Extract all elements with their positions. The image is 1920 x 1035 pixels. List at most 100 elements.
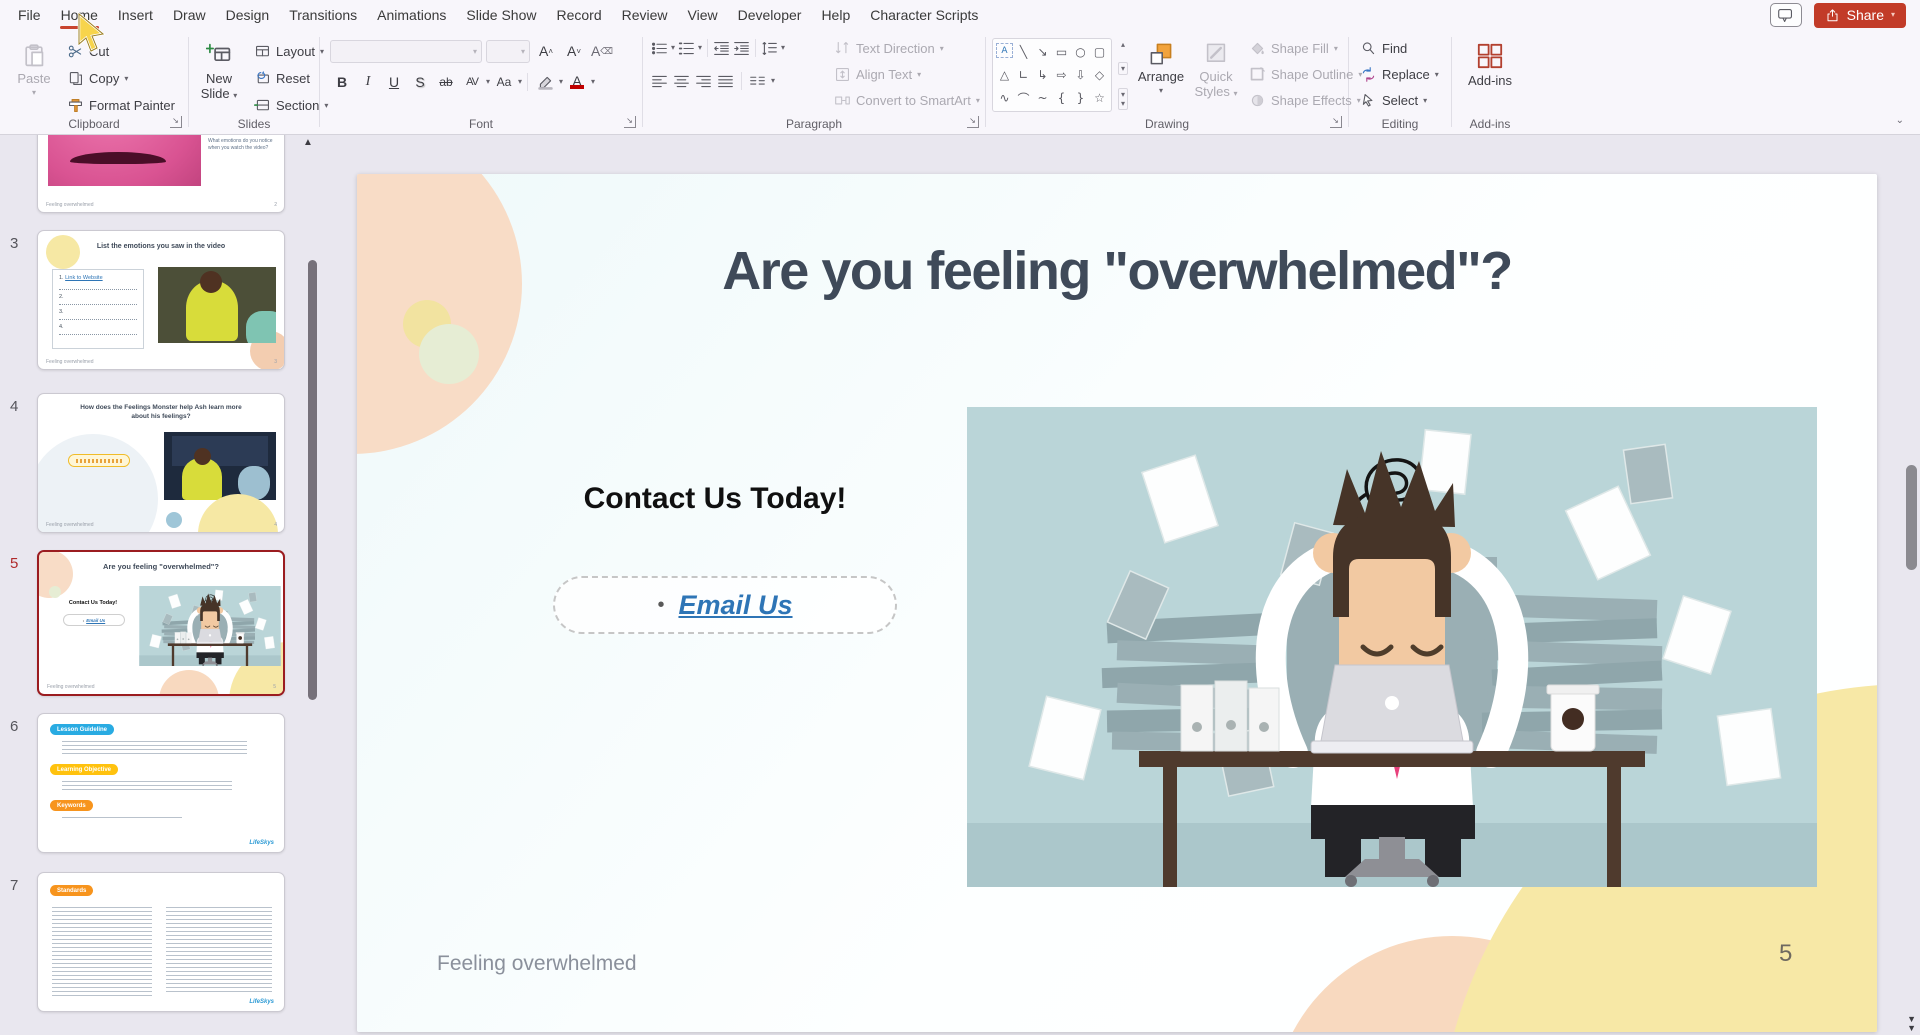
bold-button[interactable]: B [330,70,354,94]
grow-font-button[interactable]: A˄ [534,39,558,63]
select-button[interactable]: Select [1355,88,1444,113]
shape-rectangle[interactable]: ▭ [1052,40,1071,63]
next-slide-icon[interactable]: ▼ [1907,1024,1916,1033]
shape-left-brace[interactable]: { [1052,87,1071,110]
shape-down-arrow[interactable]: ⇩ [1071,63,1090,86]
tab-insert[interactable]: Insert [108,0,163,30]
text-direction-button[interactable]: Text Direction [829,36,985,61]
shape-outline-icon [1249,66,1266,83]
replace-button[interactable]: Replace [1355,62,1444,87]
align-center-icon[interactable] [673,73,690,90]
arrange-button[interactable]: Arrange [1134,36,1188,95]
decor-circle [37,434,158,533]
align-text-button[interactable]: Align Text [829,62,985,87]
shape-arrow-line[interactable]: ↘ [1033,40,1052,63]
slide-thumbnail-7[interactable]: Standards LifeSkys [37,872,285,1012]
slide5-footer: Feeling overwhelmed [47,684,95,690]
paragraph-dialog-launcher[interactable] [967,116,979,128]
text-shadow-button[interactable]: S [408,70,432,94]
increase-indent-icon[interactable] [733,40,750,57]
slide-thumbnail-4[interactable]: How does the Feelings Monster help Ash l… [37,393,285,533]
shape-star[interactable]: ☆ [1090,87,1109,110]
shape-freeform[interactable]: ◇ [1090,63,1109,86]
slide-thumbnail-5-selected[interactable]: Are you feeling "overwhelmed"? Contact U… [37,550,285,696]
tab-developer[interactable]: Developer [728,0,812,30]
tab-view[interactable]: View [678,0,728,30]
slide3-link[interactable]: Link to Website [65,275,103,281]
collapse-ribbon-icon[interactable]: ⌄ [1896,115,1904,126]
copy-button[interactable]: Copy [62,66,180,91]
quick-styles-button[interactable]: QuickStyles [1190,36,1242,99]
convert-to-smartart-button[interactable]: Convert to SmartArt [829,88,985,113]
shape-scribble[interactable]: ∿ [995,87,1014,110]
shape-oval[interactable]: ○ [1071,40,1090,63]
change-case-button[interactable]: Aa [492,70,516,94]
font-name-combobox[interactable] [330,40,482,63]
shape-line[interactable]: ╲ [1014,40,1033,63]
contact-us-heading[interactable]: Contact Us Today! [515,482,915,516]
shape-right-brace[interactable]: } [1071,87,1090,110]
slide-thumbnail-3[interactable]: List the emotions you saw in the video 1… [37,230,285,370]
tab-review[interactable]: Review [612,0,678,30]
font-size-combobox[interactable] [486,40,530,63]
numbering-icon[interactable] [678,40,695,57]
tab-character-scripts[interactable]: Character Scripts [860,0,988,30]
line-spacing-icon[interactable] [761,40,778,57]
tab-file[interactable]: File [8,0,51,30]
font-dialog-launcher[interactable] [624,116,636,128]
new-slide-button[interactable]: NewSlide [193,36,245,101]
tab-record[interactable]: Record [546,0,611,30]
shape-gallery-down-icon[interactable]: ▾ [1118,62,1128,75]
tab-animations[interactable]: Animations [367,0,456,30]
shape-rounded-rectangle[interactable]: ▢ [1090,40,1109,63]
shape-arc[interactable]: ⌒ [1014,87,1033,110]
tab-slide-show[interactable]: Slide Show [456,0,546,30]
text-highlight-button[interactable] [533,70,557,94]
format-painter-button[interactable]: Format Painter [62,93,180,118]
slide7-logo: LifeSkys [249,999,274,1005]
clipboard-dialog-launcher[interactable] [170,116,182,128]
tab-draw[interactable]: Draw [163,0,216,30]
slide-title[interactable]: Are you feeling "overwhelmed"? [357,240,1877,302]
shape-elbow-arrow[interactable]: ↳ [1033,63,1052,86]
thumbnail-scrollbar-thumb[interactable] [308,260,317,700]
underline-button[interactable]: U [382,70,406,94]
align-right-icon[interactable] [695,73,712,90]
strikethrough-button[interactable]: ab [434,70,458,94]
justify-icon[interactable] [717,73,734,90]
align-left-icon[interactable] [651,73,668,90]
shape-triangle[interactable]: △ [995,63,1014,86]
tab-design[interactable]: Design [216,0,280,30]
find-button[interactable]: Find [1355,36,1444,61]
font-color-button[interactable]: A [565,70,589,94]
clear-formatting-button[interactable]: A⌫ [590,39,614,63]
shape-curve[interactable]: ~ [1033,87,1052,110]
email-us-pill[interactable]: • Email Us [553,576,897,634]
tab-help[interactable]: Help [811,0,860,30]
bullets-icon[interactable] [651,40,668,57]
shape-textbox[interactable]: A [996,43,1013,58]
slide-canvas[interactable]: Are you feeling "overwhelmed"? Contact U… [357,174,1877,1032]
tab-transitions[interactable]: Transitions [279,0,367,30]
columns-icon[interactable] [749,73,766,90]
shrink-font-button[interactable]: A˅ [562,39,586,63]
shape-gallery-more-icon[interactable]: ▾▾ [1118,88,1128,110]
character-spacing-button[interactable]: AV [460,70,484,94]
comments-button[interactable] [1770,3,1802,27]
slide-thumbnail-6[interactable]: Lesson Guideline Learning Objective Keyw… [37,713,285,853]
shape-right-arrow[interactable]: ⇨ [1052,63,1071,86]
decrease-indent-icon[interactable] [713,40,730,57]
slide-thumbnail-2[interactable]: • Sometimes we have big emotions. Notici… [37,135,285,213]
thumbnail-scroll-up-icon[interactable]: ▲ [303,137,313,148]
shape-elbow[interactable]: ∟ [1014,63,1033,86]
share-button[interactable]: Share [1814,3,1906,28]
email-us-link[interactable]: Email Us [678,590,792,621]
drawing-dialog-launcher[interactable] [1330,116,1342,128]
italic-button[interactable]: I [356,70,380,94]
shape-gallery-up-icon[interactable]: ▴ [1121,40,1125,49]
paste-button[interactable]: Paste [10,36,58,97]
slide-footer-text[interactable]: Feeling overwhelmed [437,952,637,976]
vertical-scrollbar-thumb[interactable] [1906,465,1917,570]
add-ins-button[interactable]: Add-ins [1462,36,1518,88]
select-label: Select [1382,93,1418,108]
